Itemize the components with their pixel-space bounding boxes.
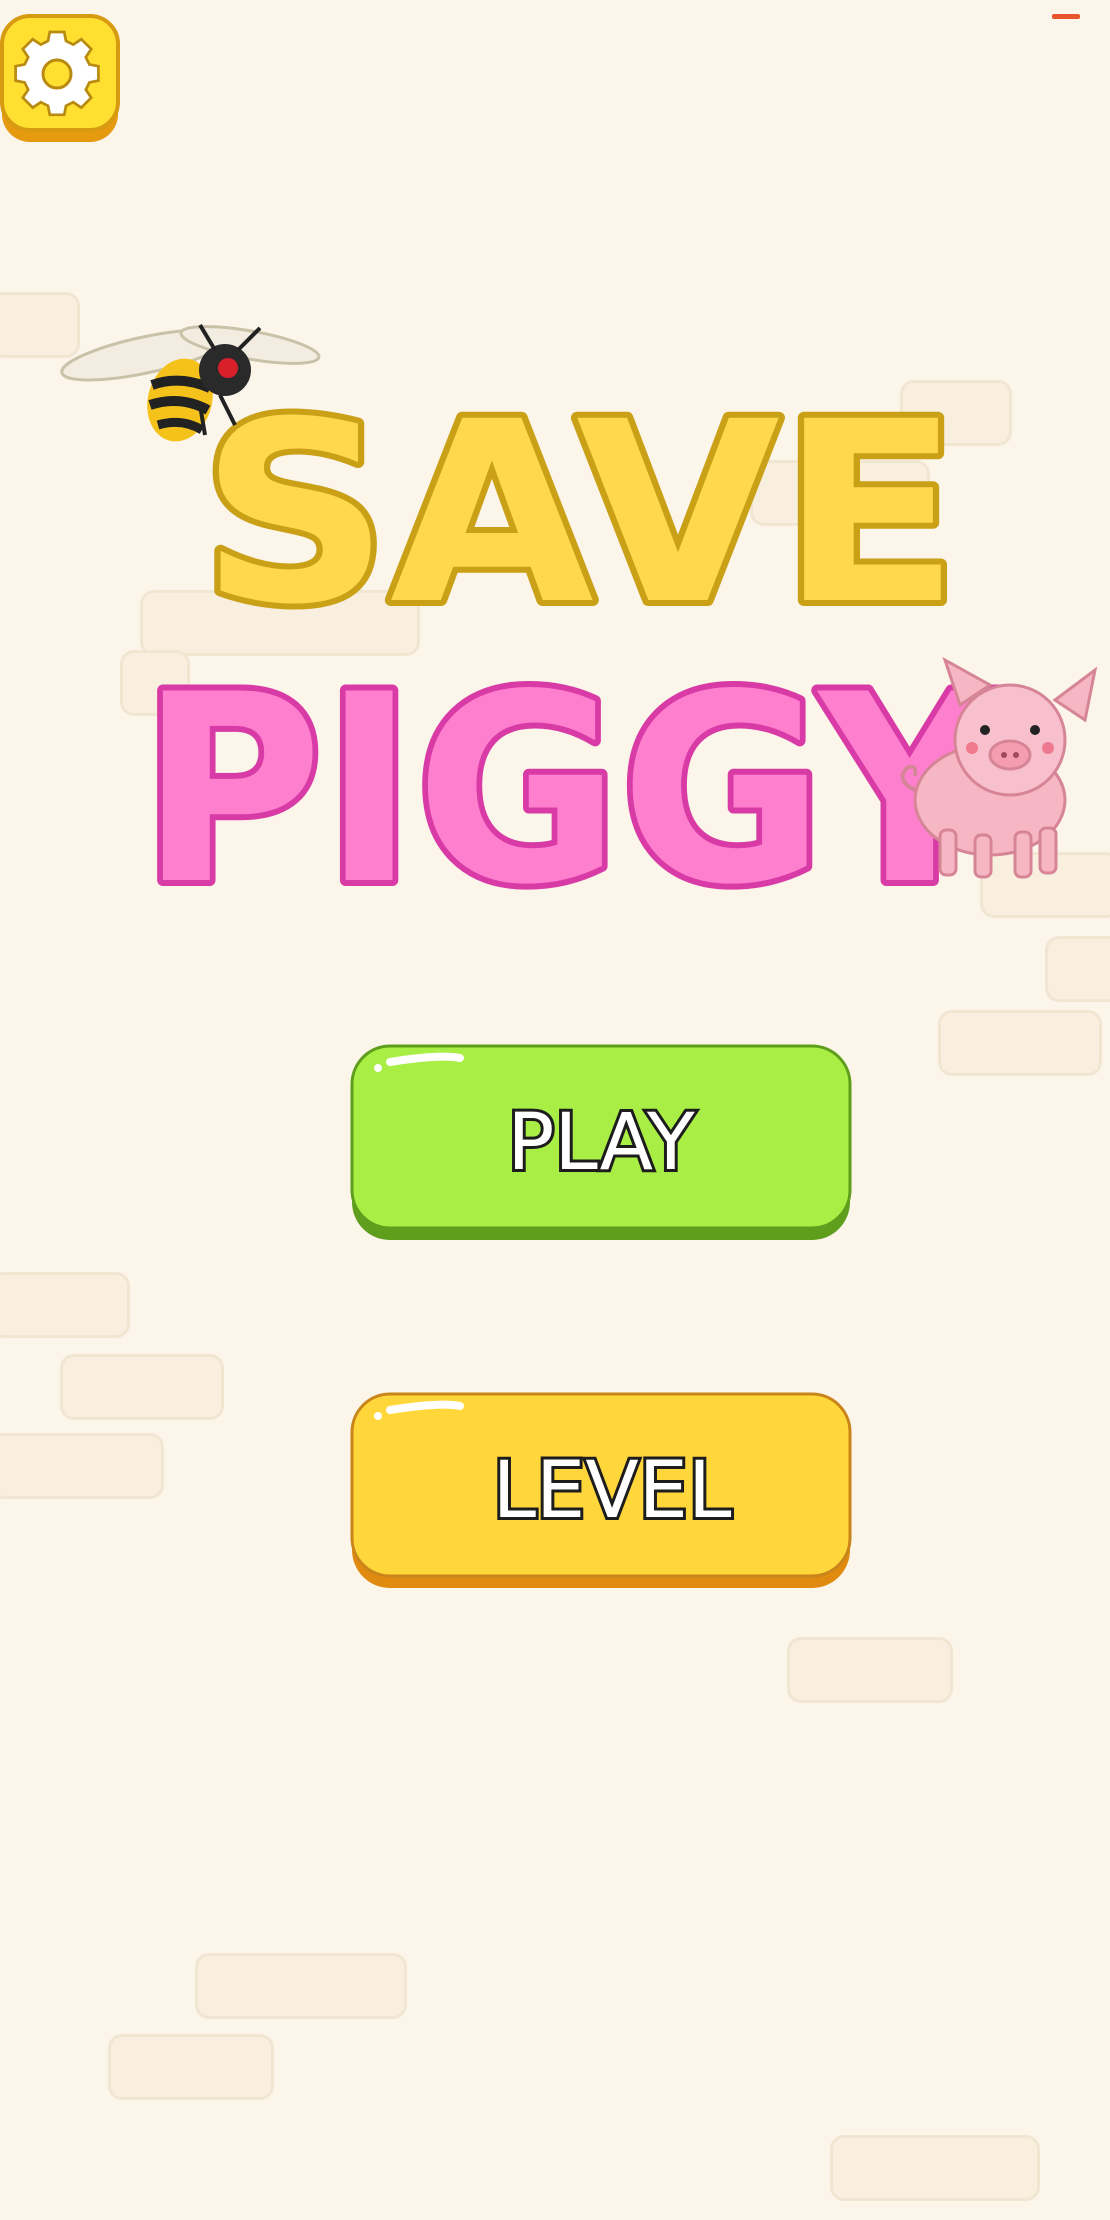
- gear-icon: [0, 14, 120, 142]
- brick: [108, 2034, 274, 2100]
- brick: [0, 1433, 164, 1499]
- settings-button[interactable]: [0, 14, 122, 146]
- brick: [0, 1272, 130, 1338]
- title-line-piggy: PIGGY: [140, 640, 1003, 920]
- brick: [1045, 936, 1110, 1002]
- status-bar: [0, 0, 1110, 22]
- level-button[interactable]: LEVEL: [350, 1392, 852, 1590]
- brick: [938, 1010, 1102, 1076]
- brick: [60, 1354, 224, 1420]
- battery-indicator: [1052, 14, 1080, 19]
- play-button[interactable]: PLAY: [350, 1044, 852, 1242]
- brick: [787, 1637, 953, 1703]
- brick: [830, 2135, 1040, 2201]
- game-title: SAVE PIGGY: [0, 300, 1110, 948]
- title-line-save: SAVE: [200, 368, 960, 659]
- brick: [195, 1953, 407, 2019]
- level-button-label: LEVEL: [493, 1446, 732, 1536]
- play-button-label: PLAY: [507, 1098, 695, 1188]
